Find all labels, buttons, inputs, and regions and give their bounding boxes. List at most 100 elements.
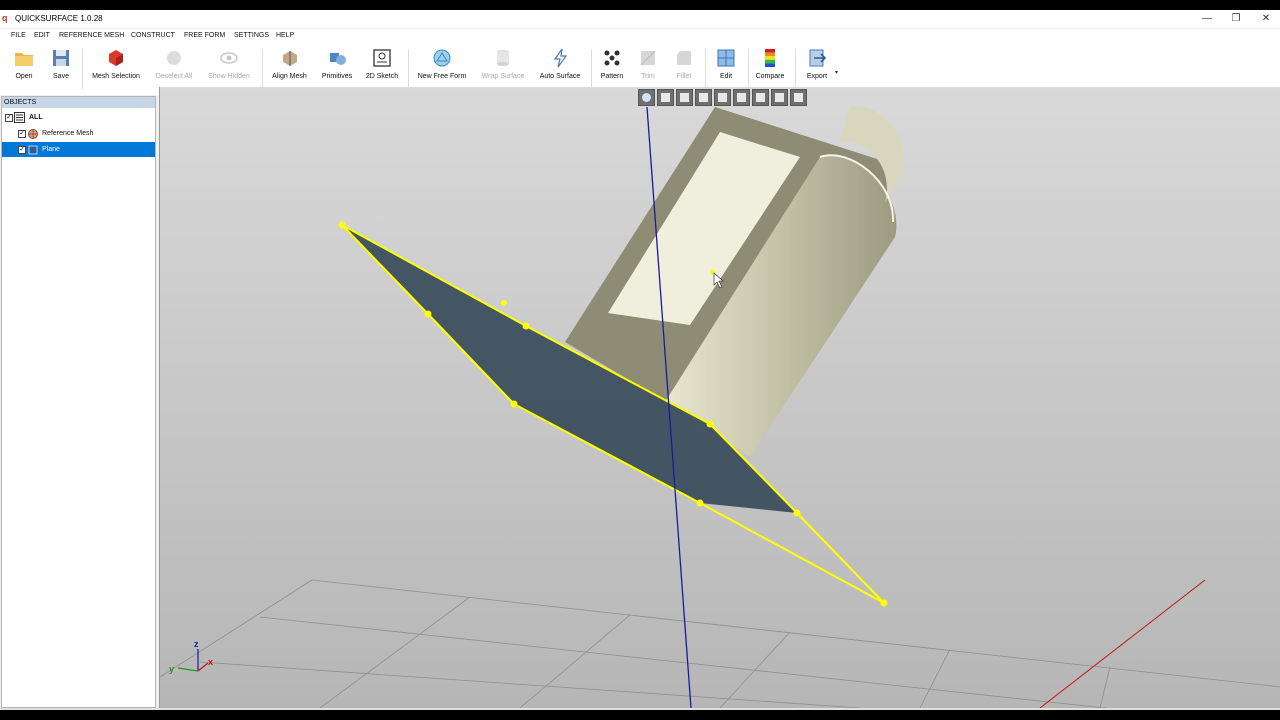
trim-button[interactable]: Trim [634, 47, 662, 80]
save-label: Save [53, 73, 69, 80]
align-mesh-icon [282, 51, 297, 66]
view-iso-icon[interactable] [771, 89, 788, 106]
menu-reference-mesh[interactable]: REFERENCE MESH [59, 32, 124, 39]
deselect-all-button[interactable]: Deselect All [152, 47, 196, 80]
mesh-selection-label: Mesh Selection [92, 73, 140, 80]
view-zoom-extents-icon[interactable] [790, 89, 807, 106]
tree-item-plane[interactable]: ✓ Plane [2, 142, 155, 157]
edit-grid-icon [717, 49, 735, 67]
export-button[interactable]: Export [800, 47, 834, 80]
pattern-label: Pattern [600, 73, 624, 80]
fillet-icon [677, 51, 691, 65]
fillet-button[interactable]: Fillet [670, 47, 698, 80]
restore-button[interactable]: ❐ [1226, 12, 1246, 26]
auto-surface-button[interactable]: Auto Surface [535, 47, 585, 80]
tree-item-all-label: ALL [29, 114, 43, 121]
compare-label: Compare [755, 73, 785, 80]
folder-icon [15, 53, 33, 66]
sketch-icon [373, 49, 391, 67]
view-top-icon[interactable] [733, 89, 750, 106]
trim-label: Trim [641, 73, 655, 80]
align-mesh-button[interactable]: Align Mesh [267, 47, 312, 80]
show-hidden-button[interactable]: Show Hidden [203, 47, 255, 80]
new-free-form-button[interactable]: New Free Form [413, 47, 471, 80]
fillet-label: Fillet [676, 73, 692, 80]
export-label: Export [806, 73, 828, 80]
reference-mesh-checkbox[interactable]: ✓ [18, 130, 26, 138]
triad-z-label: z [194, 639, 199, 649]
floppy-disk-icon [53, 50, 69, 66]
app-logo-icon: q [2, 13, 8, 23]
menu-free-form[interactable]: FREE FORM [184, 32, 225, 39]
edit-label: Edit [719, 73, 733, 80]
toolbar-separator [795, 49, 796, 89]
title-bar: q QUICKSURFACE 1.0.28 — ❐ ✕ [0, 10, 1280, 28]
menu-settings[interactable]: SETTINGS [234, 32, 269, 39]
menu-bar: FILE EDIT REFERENCE MESH CONSTRUCT FREE … [0, 29, 1280, 43]
all-checkbox[interactable]: ✓ [5, 114, 13, 122]
viewport-canvas[interactable]: z y x [160, 87, 1280, 708]
mesh-selection-icon [109, 50, 123, 66]
close-button[interactable]: ✕ [1256, 12, 1276, 26]
view-fit-icon[interactable] [638, 89, 655, 106]
tree-item-reference-mesh[interactable]: ✓ Reference Mesh [2, 126, 155, 141]
view-right-icon[interactable] [714, 89, 731, 106]
wrap-surface-icon [497, 50, 509, 66]
save-button[interactable]: Save [45, 47, 77, 80]
3d-viewport[interactable]: z y x [159, 87, 1280, 708]
primitives-label: Primitives [321, 73, 353, 80]
toolbar-separator [408, 49, 409, 89]
status-bar [0, 708, 1280, 710]
view-left-icon[interactable] [695, 89, 712, 106]
lightning-icon [553, 48, 568, 68]
color-map-icon [765, 49, 775, 67]
toolbar-separator [748, 49, 749, 89]
list-icon [14, 112, 25, 123]
deselect-all-label: Deselect All [155, 73, 193, 80]
menu-help[interactable]: HELP [276, 32, 294, 39]
objects-panel-header: OBJECTS [2, 97, 155, 108]
menu-file[interactable]: FILE [11, 32, 26, 39]
sketch-2d-label: 2D Sketch [365, 73, 399, 80]
window-title: QUICKSURFACE 1.0.28 [15, 14, 103, 23]
view-back-icon[interactable] [676, 89, 693, 106]
auto-surface-label: Auto Surface [539, 73, 581, 80]
tree-item-reference-mesh-label: Reference Mesh [42, 130, 94, 137]
sketch-2d-button[interactable]: 2D Sketch [362, 47, 402, 80]
triad-y-label: y [169, 664, 174, 674]
pattern-button[interactable]: Pattern [596, 47, 628, 80]
tree-item-all[interactable]: ✓ ALL [2, 110, 155, 125]
plane-checkbox[interactable]: ✓ [18, 146, 26, 154]
app-window: q QUICKSURFACE 1.0.28 — ❐ ✕ FILE EDIT RE… [0, 10, 1280, 710]
primitives-button[interactable]: Primitives [318, 47, 356, 80]
compare-button[interactable]: Compare [752, 47, 788, 80]
view-bottom-icon[interactable] [752, 89, 769, 106]
align-mesh-label: Align Mesh [272, 73, 307, 80]
view-front-icon[interactable] [657, 89, 674, 106]
mesh-icon [28, 129, 38, 139]
toolbar-separator [705, 49, 706, 89]
open-label: Open [15, 73, 33, 80]
export-icon [809, 49, 827, 67]
pattern-icon [604, 50, 620, 66]
free-form-icon [433, 49, 451, 67]
mesh-selection-button[interactable]: Mesh Selection [88, 47, 144, 80]
primitives-icon [330, 53, 346, 65]
new-free-form-label: New Free Form [417, 73, 467, 80]
menu-edit[interactable]: EDIT [34, 32, 50, 39]
export-dropdown-arrow-icon[interactable]: ▾ [835, 69, 838, 76]
trim-icon [640, 50, 656, 66]
objects-panel: OBJECTS ✓ ALL ✓ Reference Mesh ✓ Plane [1, 96, 156, 708]
triad-x-label: x [208, 657, 213, 667]
tree-item-plane-label: Plane [42, 146, 60, 153]
toolbar-separator [82, 49, 83, 89]
wrap-surface-button[interactable]: Wrap Surface [477, 47, 529, 80]
plane-icon [28, 145, 38, 155]
edit-button[interactable]: Edit [711, 47, 741, 80]
menu-construct[interactable]: CONSTRUCT [131, 32, 175, 39]
wrap-surface-label: Wrap Surface [481, 73, 525, 80]
open-button[interactable]: Open [8, 47, 40, 80]
eye-icon [220, 52, 238, 64]
toolbar-separator [591, 49, 592, 89]
minimize-button[interactable]: — [1197, 12, 1217, 26]
